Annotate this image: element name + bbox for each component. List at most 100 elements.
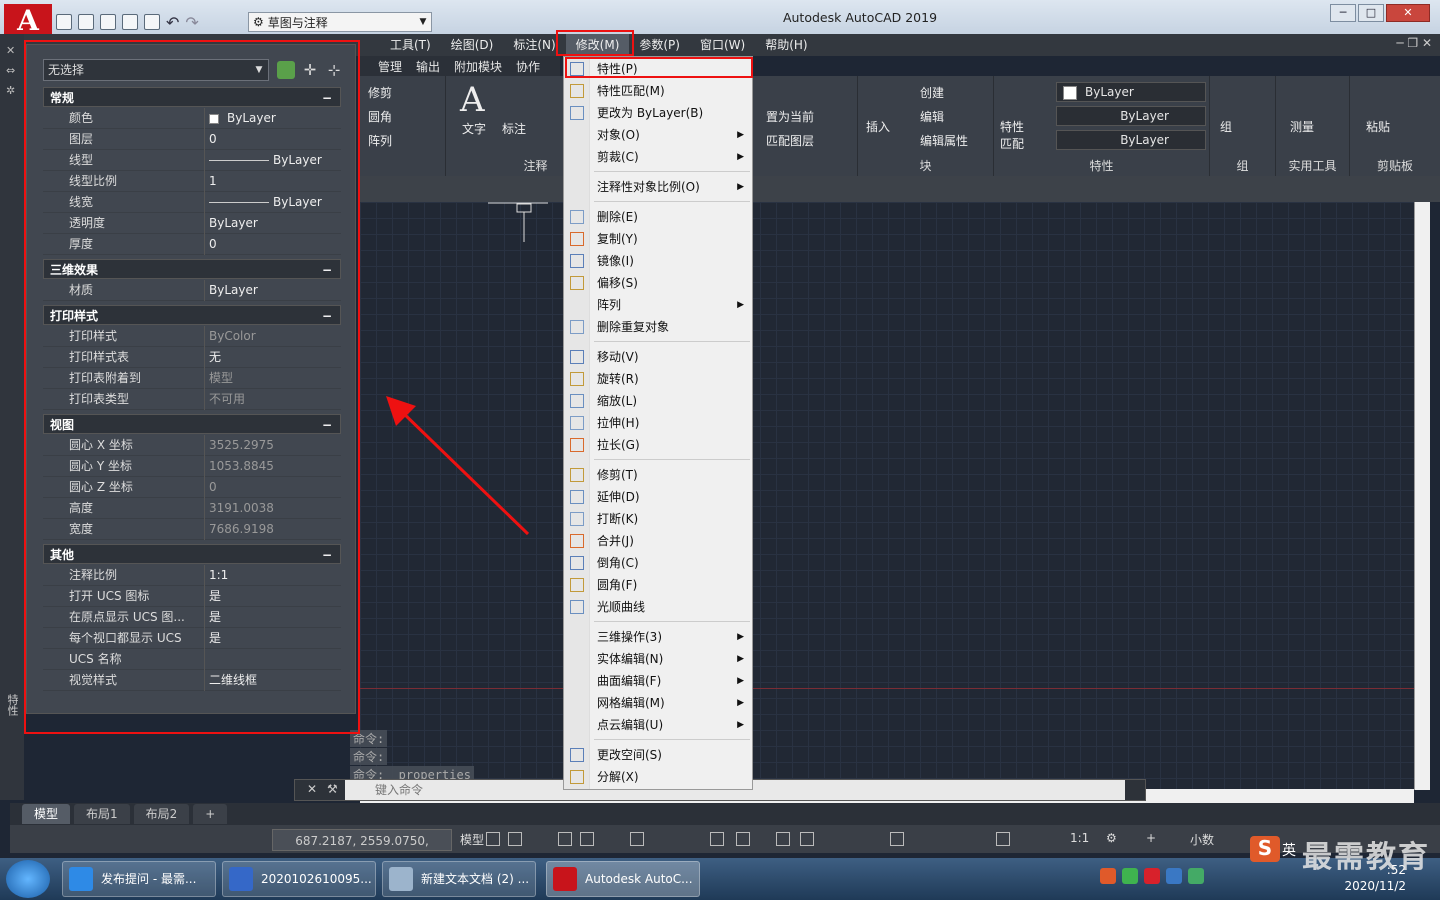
property-row[interactable]: 材质 ByLayer (43, 280, 341, 301)
wrench-icon[interactable]: ⚒ (327, 782, 338, 796)
property-row[interactable]: 线宽 ByLayer (43, 192, 341, 213)
menu-item[interactable]: 光顺曲线 (564, 596, 752, 618)
taskbar-item-notepad[interactable]: 新建文本文档 (2) ... (382, 861, 536, 897)
taskbar-item-doc[interactable]: 2020102610095... (222, 861, 376, 897)
menu-window[interactable]: 窗口(W) (690, 34, 755, 56)
group-button[interactable]: 组 (1220, 118, 1232, 135)
settings-icon[interactable]: ✲ (6, 84, 15, 97)
property-category[interactable]: 视图 − (43, 414, 341, 434)
property-value[interactable]: 1 (209, 171, 217, 192)
infer-constraints-icon[interactable] (558, 832, 572, 846)
measure-button[interactable]: 测量 (1290, 118, 1314, 135)
toggle-pickadd-icon[interactable] (277, 61, 295, 79)
save-as-icon[interactable] (122, 14, 138, 30)
model-space-button[interactable]: 模型 (460, 831, 484, 848)
property-row[interactable]: 图层 0 (43, 129, 341, 150)
property-value[interactable]: 3525.2975 (209, 435, 274, 456)
property-value[interactable]: 二维线框 (209, 670, 257, 691)
groups-label[interactable]: 组 (1210, 157, 1275, 174)
tab-manage[interactable]: 管理 (378, 58, 402, 75)
menu-item[interactable]: 倒角(C) (564, 552, 752, 574)
taskbar-item-ie[interactable]: 发布提问 - 最需... (62, 861, 216, 897)
lineweight-dropdown[interactable]: ByLayer (1056, 130, 1206, 150)
property-row[interactable]: 打印样式 ByColor (43, 326, 341, 347)
property-value[interactable]: ByLayer (209, 192, 322, 213)
menu-item[interactable]: 分解(X) (564, 766, 752, 788)
property-category[interactable]: 常规 − (43, 87, 341, 107)
gear-icon[interactable]: ⚙ (1106, 831, 1117, 845)
edit-attributes-button[interactable]: 编辑属性 (920, 132, 968, 149)
property-value[interactable]: 0 (209, 477, 217, 498)
selection-dropdown[interactable]: 无选择 ▼ (43, 59, 269, 81)
property-value[interactable]: ByLayer (209, 150, 322, 171)
property-value[interactable]: 3191.0038 (209, 498, 274, 519)
property-row[interactable]: 圆心 Y 坐标 1053.8845 (43, 456, 341, 477)
menu-item[interactable]: 更改空间(S) (564, 744, 752, 766)
object-tracking-icon[interactable] (736, 832, 750, 846)
property-value[interactable]: 0 (209, 129, 217, 150)
property-row[interactable]: 厚度 0 (43, 234, 341, 255)
menu-item[interactable]: 删除重复对象 (564, 316, 752, 338)
property-value[interactable]: ByLayer (209, 213, 258, 234)
property-value[interactable]: 模型 (209, 368, 233, 389)
start-button[interactable] (6, 860, 50, 898)
property-value[interactable]: ByColor (209, 326, 256, 347)
property-row[interactable]: 线型 ByLayer (43, 150, 341, 171)
grid-icon[interactable] (486, 832, 500, 846)
text-icon[interactable]: A (460, 80, 485, 120)
tab-layout2[interactable]: 布局2 (133, 804, 190, 824)
edit-block-button[interactable]: 编辑 (920, 108, 944, 125)
insert-button[interactable]: 插入 (866, 118, 890, 135)
menu-item[interactable]: 旋转(R) (564, 368, 752, 390)
property-row[interactable]: 颜色 ByLayer (43, 108, 341, 129)
collapse-icon[interactable]: − (322, 415, 332, 435)
menu-item[interactable]: 镜像(I) (564, 250, 752, 272)
menu-item[interactable]: 特性(P) (564, 58, 752, 80)
annotation-scale-value[interactable]: 1:1 (1070, 831, 1089, 845)
clipboard-label[interactable]: 剪贴板 (1350, 157, 1440, 174)
property-value[interactable]: 是 (209, 628, 221, 649)
taskbar-item-autocad[interactable]: Autodesk AutoC... (546, 861, 700, 897)
property-category[interactable]: 三维效果 − (43, 259, 341, 279)
close-button[interactable]: ✕ (1386, 4, 1430, 22)
property-value[interactable]: ByLayer (209, 108, 276, 129)
osnap-icon[interactable] (710, 832, 724, 846)
menu-item[interactable]: 实体编辑(N) ▶ (564, 648, 752, 670)
properties-label[interactable]: 特性 (994, 157, 1209, 174)
properties-side-label[interactable]: 特性 (4, 694, 20, 716)
menu-item[interactable]: 更改为 ByLayer(B) (564, 102, 752, 124)
collapse-icon[interactable]: − (322, 545, 332, 565)
new-file-icon[interactable] (56, 14, 72, 30)
block-label[interactable]: 块 (858, 157, 993, 174)
print-icon[interactable] (144, 14, 160, 30)
quick-select-icon[interactable]: ⊹ (325, 61, 343, 79)
annotation-label[interactable]: 注释 (506, 157, 565, 174)
fillet-button[interactable]: 圆角 (368, 108, 392, 125)
property-value[interactable]: 1:1 (209, 565, 228, 586)
vertical-scrollbar[interactable] (1414, 202, 1430, 790)
menu-item[interactable]: 缩放(L) (564, 390, 752, 412)
undo-icon[interactable]: ↶ (166, 13, 179, 32)
polar-tracking-icon[interactable] (630, 832, 644, 846)
sogou-tray-icon[interactable] (1100, 868, 1116, 884)
redo-icon[interactable]: ↷ (185, 13, 198, 32)
menu-item[interactable]: 删除(E) (564, 206, 752, 228)
menu-item[interactable]: 注释性对象比例(O) ▶ (564, 176, 752, 198)
property-category[interactable]: 其他 − (43, 544, 341, 564)
close-icon[interactable]: ✕ (307, 782, 317, 796)
select-objects-icon[interactable]: ✛ (301, 61, 319, 79)
property-row[interactable]: 打印样式表无 (43, 347, 341, 368)
menu-item[interactable]: 移动(V) (564, 346, 752, 368)
property-row[interactable]: 高度 3191.0038 (43, 498, 341, 519)
property-category[interactable]: 打印样式 − (43, 305, 341, 325)
menu-item[interactable]: 拉伸(H) (564, 412, 752, 434)
minimize-button[interactable]: ─ (1330, 4, 1356, 22)
restore-button[interactable]: □ (1358, 4, 1384, 22)
lineweight-icon[interactable] (776, 832, 790, 846)
array-button[interactable]: 阵列 (368, 132, 392, 149)
sogou-ime-icon[interactable]: S (1250, 836, 1280, 862)
app-tray-icon[interactable] (1144, 868, 1160, 884)
property-row[interactable]: UCS 名称 (43, 649, 341, 670)
property-value[interactable]: 无 (209, 347, 221, 368)
menu-item[interactable]: 对象(O) ▶ (564, 124, 752, 146)
